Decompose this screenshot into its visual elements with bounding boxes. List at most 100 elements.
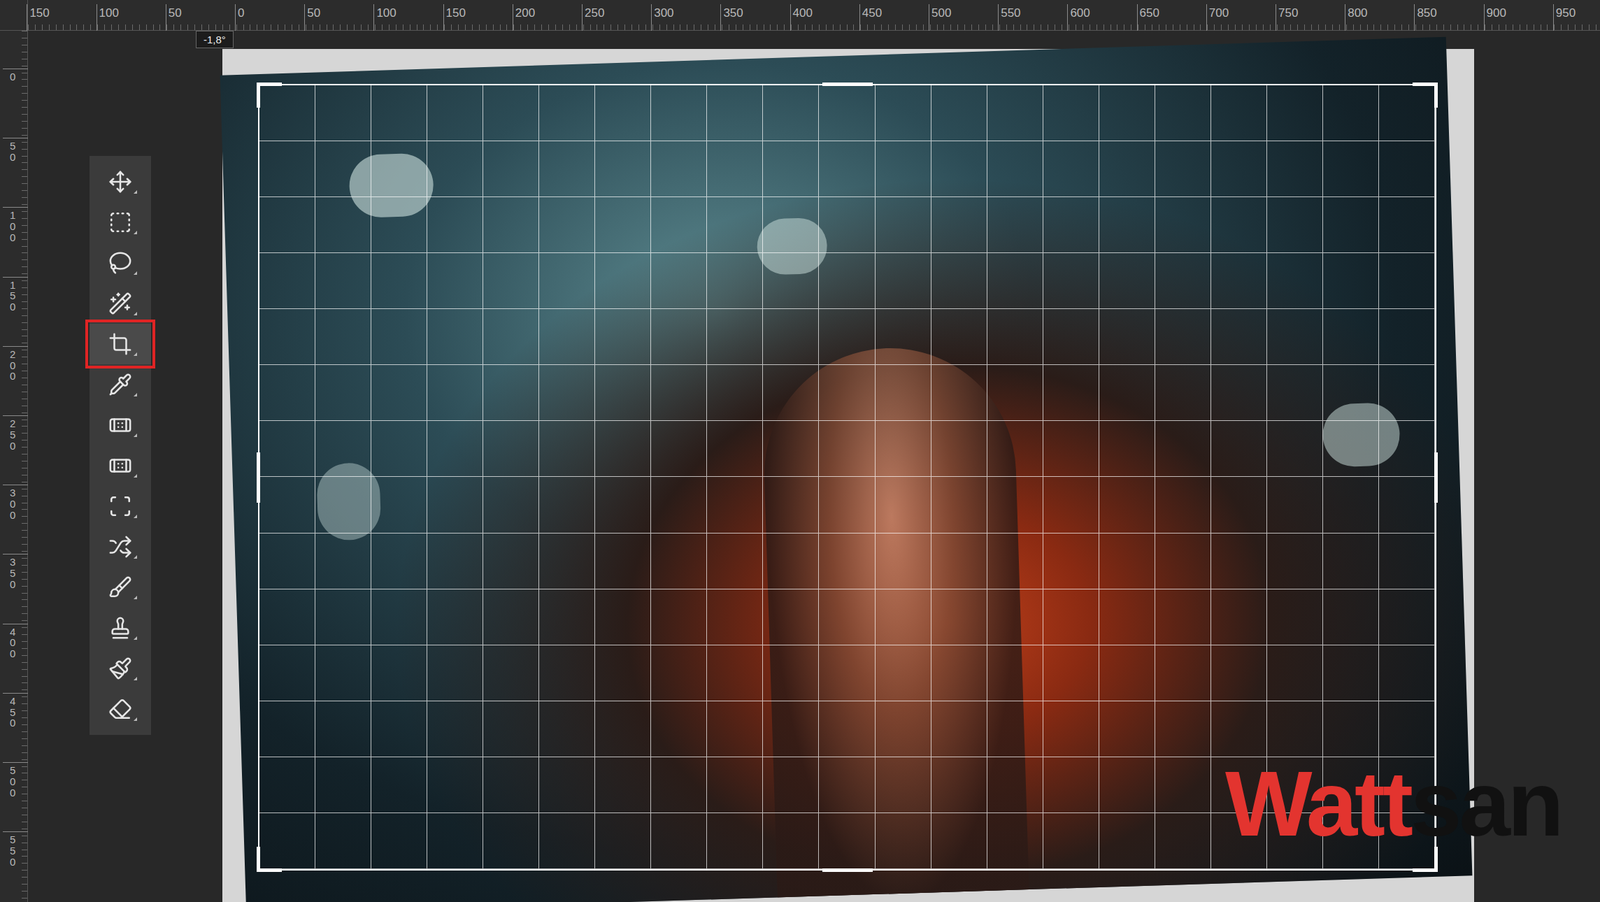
crop-grid-cell [371,589,428,646]
crop-grid-cell [483,253,540,310]
crop-handle[interactable] [1434,846,1438,873]
crop-grid-cell [483,533,540,590]
crop-grid-cell [595,420,652,477]
crop-grid-cell [1211,141,1268,198]
crop-grid-cell [1155,141,1212,198]
crop-grid-cell [539,197,596,254]
crop-grid-cell [875,141,932,198]
crop-grid-cell [1099,420,1156,477]
crop-grid-cell [427,197,484,254]
crop-grid-cell [651,813,707,870]
crop-grid-cell [706,253,763,310]
magic-wand-tool[interactable] [89,283,152,324]
eyedropper-tool[interactable] [89,364,152,405]
content-move-tool[interactable] [89,526,152,568]
ruler-tick [2,693,28,694]
crop-grid-cell [1267,141,1324,198]
crop-grid-cell [427,85,484,142]
vertical-ruler[interactable]: 050100150200250300350400450500550 [0,30,28,902]
crop-grid-cell [987,309,1044,366]
crop-grid-cell [1323,85,1380,142]
crop-grid-cell [315,533,372,590]
crop-grid-cell [483,197,540,254]
crop-grid-cell [987,420,1044,477]
crop-handle[interactable] [256,868,282,873]
crop-grid-cell [931,757,988,814]
crop-grid-cell [427,757,484,814]
ruler-tick [2,276,28,278]
crop-grid-cell [762,476,819,533]
crop-grid-cell [875,85,932,142]
crop-grid-cell [651,757,707,814]
crop-grid-cell [315,701,372,758]
ruler-tick [1137,4,1138,31]
crop-grid-cell [539,757,596,814]
crop-grid-cell [595,253,652,310]
crop-grid-cell [818,85,875,142]
brush-tool[interactable] [89,567,152,608]
crop-grid-cell [1043,197,1100,254]
eraser-tool[interactable] [89,688,152,730]
crop-box[interactable] [258,83,1437,871]
crop-grid-cell [875,197,932,254]
crop-grid-cell [427,141,484,198]
crop-grid-cell [1379,476,1435,533]
ruler-tick [2,831,28,833]
marquee-tool[interactable] [89,202,152,243]
crop-grid-cell [875,309,932,366]
crop-grid-cell [875,365,932,421]
crop-grid-cell [483,85,540,142]
crop-grid-cell [1099,589,1156,646]
crop-grid-cell [1155,85,1212,142]
crop-handle[interactable] [822,82,873,87]
crop-grid-cell [651,309,707,366]
horizontal-ruler[interactable]: 1501005005010015020025030035040045050055… [27,0,1600,31]
crop-grid-cell [259,420,316,477]
ruler-tick [443,4,445,31]
ruler-tick [373,4,375,31]
marquee-icon [108,210,133,235]
crop-grid-cell [259,645,316,702]
crop-handle[interactable] [256,82,282,87]
crop-grid-cell [1379,141,1435,198]
crop-grid-cell [875,533,932,590]
crop-grid-cell [371,197,428,254]
crop-handle[interactable] [1434,82,1438,108]
move-tool[interactable] [89,161,152,203]
crop-grid-cell [1099,309,1156,366]
crop-grid-cell [315,85,372,142]
crop-handle[interactable] [256,452,261,503]
crop-grid-cell [1211,645,1268,702]
crop-grid-cell [1323,253,1380,310]
crop-grid-cell [651,197,707,254]
lasso-tool[interactable] [89,242,152,284]
patch-tool[interactable] [89,486,152,527]
clone-stamp-tool[interactable] [89,607,152,649]
crop-handle[interactable] [256,846,261,873]
crop-grid-cell [315,365,372,421]
ruler-label: 600 [1069,6,1090,19]
history-brush-tool[interactable] [89,648,152,689]
spot-healing-tool[interactable] [89,404,152,446]
crop-grid-cell [706,365,763,421]
crop-grid-cell [259,476,316,533]
crop-grid-cell [1211,197,1268,254]
crop-grid-cell [762,757,819,814]
photo-bokeh [316,462,382,542]
crop-grid-cell [427,813,484,870]
ruler-label: 850 [1416,6,1437,19]
ruler-label: 800 [1347,6,1368,19]
healing-tool[interactable] [89,445,152,487]
tool-flyout-mark [133,555,138,559]
ruler-label: 50 [9,140,17,163]
crop-handle[interactable] [256,82,261,108]
crop-handle[interactable] [1434,452,1438,503]
crop-grid-cell [706,309,763,366]
crop-grid-cell [259,197,316,254]
ruler-label: 350 [723,6,743,19]
crop-grid-cell [1379,589,1435,646]
crop-grid-cell [371,309,428,366]
crop-tool[interactable] [89,323,152,365]
crop-handle[interactable] [822,868,873,873]
ruler-tick [2,415,28,417]
